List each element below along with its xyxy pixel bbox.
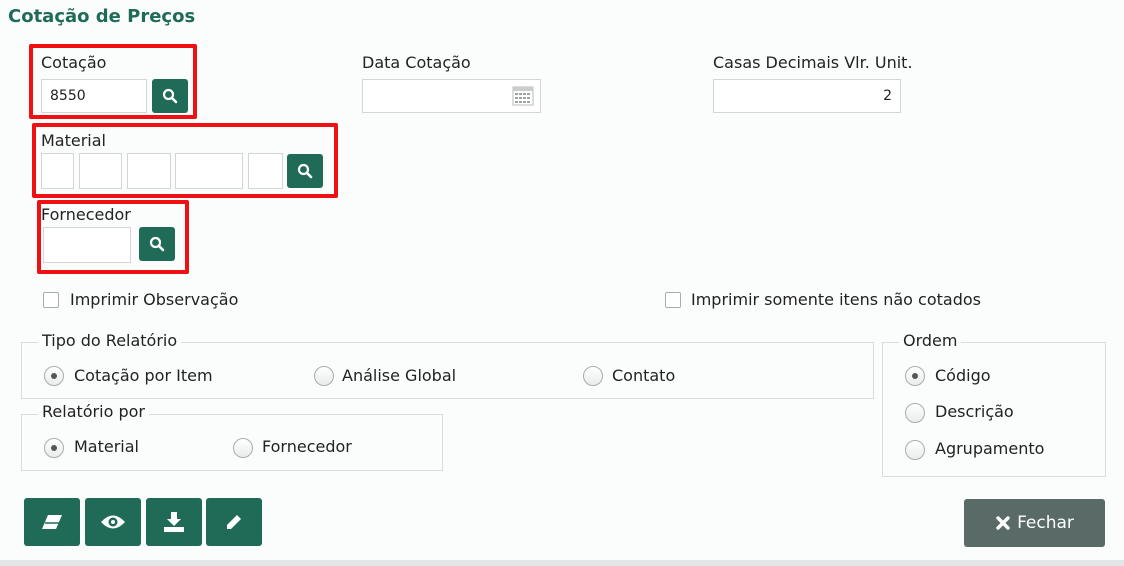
search-icon [162,88,178,104]
radio-analise-global-label[interactable]: Análise Global [342,366,456,385]
page-title: Cotação de Preços [8,6,196,27]
fornecedor-input[interactable] [43,227,131,263]
data-cotacao-label: Data Cotação [362,53,471,72]
material-segment-3[interactable] [127,153,171,189]
cotacao-label: Cotação [41,53,107,72]
imprimir-nao-cotados-label[interactable]: Imprimir somente itens não cotados [691,290,981,309]
clear-button[interactable] [24,498,80,546]
radio-descricao[interactable] [905,403,925,423]
imprimir-observacao-label[interactable]: Imprimir Observação [70,290,238,309]
imprimir-nao-cotados-checkbox[interactable] [665,292,681,308]
bottom-bar [0,560,1124,566]
eraser-icon [42,515,62,529]
fornecedor-search-button[interactable] [139,227,175,261]
cotacao-input[interactable] [41,79,147,113]
casas-decimais-input[interactable] [713,79,901,113]
fornecedor-label: Fornecedor [41,205,131,224]
casas-decimais-label: Casas Decimais Vlr. Unit. [713,53,913,72]
material-segment-4[interactable] [175,153,243,189]
edit-button[interactable] [206,498,262,546]
radio-material[interactable] [44,438,64,458]
radio-agrupamento-label[interactable]: Agrupamento [935,439,1044,458]
search-icon [297,163,313,179]
material-segment-1[interactable] [41,153,74,189]
radio-contato[interactable] [583,366,603,386]
material-label: Material [41,131,106,150]
close-button[interactable]: Fechar [964,499,1105,547]
radio-fornecedor[interactable] [233,438,253,458]
cotacao-search-button[interactable] [152,79,188,113]
radio-codigo-label[interactable]: Código [935,366,991,385]
search-icon [149,236,165,252]
imprimir-observacao-checkbox[interactable] [43,292,59,308]
material-search-button[interactable] [287,154,323,188]
close-icon [996,516,1010,530]
radio-descricao-label[interactable]: Descrição [935,402,1014,421]
radio-material-label[interactable]: Material [74,437,139,456]
relatorio-por-legend: Relatório por [38,402,149,421]
radio-contato-label[interactable]: Contato [612,366,675,385]
radio-fornecedor-label[interactable]: Fornecedor [262,437,352,456]
radio-codigo[interactable] [905,366,925,386]
radio-agrupamento[interactable] [905,440,925,460]
download-icon [164,512,184,532]
eye-icon [101,515,125,529]
pencil-icon [227,515,241,529]
download-button[interactable] [146,498,202,546]
calendar-icon[interactable] [512,86,534,106]
material-segment-5[interactable] [248,153,283,189]
radio-cotacao-por-item[interactable] [44,366,64,386]
ordem-legend: Ordem [899,331,962,350]
preview-button[interactable] [85,498,141,546]
material-segment-2[interactable] [79,153,122,189]
close-button-label: Fechar [1017,513,1074,533]
radio-cotacao-por-item-label[interactable]: Cotação por Item [74,366,213,385]
tipo-relatorio-legend: Tipo do Relatório [38,331,182,350]
radio-analise-global[interactable] [314,366,334,386]
